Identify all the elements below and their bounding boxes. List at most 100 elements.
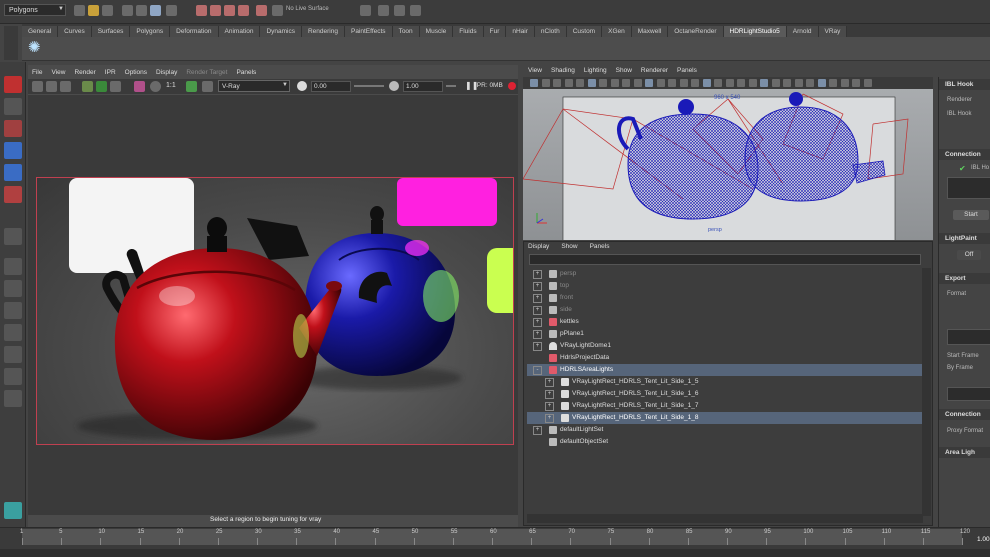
snapshot-icon[interactable] bbox=[82, 81, 93, 92]
snap-view-plane-icon[interactable] bbox=[238, 5, 249, 16]
viewport-tool-icon[interactable] bbox=[702, 79, 711, 87]
viewport-tool-icon[interactable] bbox=[645, 79, 653, 87]
layout-side-icon[interactable] bbox=[4, 302, 22, 319]
renderer-select[interactable]: V-Ray bbox=[218, 80, 290, 92]
outliner-item-defaultobjectset[interactable]: defaultObjectSet bbox=[527, 436, 923, 448]
viewport-tool-icon[interactable] bbox=[806, 79, 814, 87]
history-icon[interactable] bbox=[272, 5, 283, 16]
shelf-tab-toon[interactable]: Toon bbox=[392, 25, 420, 37]
viewport-menu-view[interactable]: View bbox=[528, 67, 542, 74]
shelf-tab-vray[interactable]: VRay bbox=[818, 25, 848, 37]
move-tool-icon[interactable] bbox=[4, 142, 22, 159]
viewport-tool-icon[interactable] bbox=[863, 79, 872, 87]
outliner-item-front[interactable]: + front bbox=[527, 292, 923, 304]
outliner-menu-panels[interactable]: Panels bbox=[590, 243, 610, 250]
outliner-item-persp[interactable]: + persp bbox=[527, 268, 923, 280]
last-tool-icon[interactable] bbox=[4, 228, 22, 245]
outliner-horizontal-scrollbar[interactable] bbox=[527, 514, 923, 523]
expand-toggle-icon[interactable]: + bbox=[533, 306, 542, 315]
shelf-tab-custom[interactable]: Custom bbox=[566, 25, 603, 37]
display-options-icon[interactable] bbox=[202, 81, 213, 92]
renderer-dropdown-icon[interactable]: ▼ bbox=[282, 82, 288, 88]
expand-toggle-icon[interactable]: + bbox=[533, 282, 542, 291]
format-field[interactable] bbox=[947, 329, 990, 345]
select-object-icon[interactable] bbox=[136, 5, 147, 16]
ipr-refresh-icon[interactable] bbox=[46, 81, 57, 92]
shelf-tab-dynamics[interactable]: Dynamics bbox=[260, 25, 302, 37]
render-current-frame-icon[interactable] bbox=[360, 5, 371, 16]
export-header[interactable]: Export bbox=[939, 273, 990, 284]
shelf-tab-ncloth[interactable]: nCloth bbox=[534, 25, 567, 37]
shelf-tab-animation[interactable]: Animation bbox=[218, 25, 261, 37]
range-slider[interactable] bbox=[0, 549, 990, 557]
viewport-tool-icon[interactable] bbox=[829, 79, 837, 87]
render-globals-icon[interactable] bbox=[186, 81, 197, 92]
viewport-menu-show[interactable]: Show bbox=[616, 67, 632, 74]
exposure-field[interactable]: 0.00 bbox=[311, 81, 351, 92]
shelf-tab-maxwell[interactable]: Maxwell bbox=[631, 25, 669, 37]
expand-toggle-icon[interactable]: - bbox=[533, 366, 542, 375]
viewport-tool-icon[interactable] bbox=[553, 79, 561, 87]
outliner-filter-input[interactable] bbox=[529, 254, 921, 265]
outliner-item-vraylightrect-hdrls-tent-lit-side-1-8[interactable]: + VRayLightRect_HDRLS_Tent_Lit_Side_1_8 bbox=[527, 412, 923, 424]
viewport-tool-icon[interactable] bbox=[610, 79, 619, 87]
viewport-tool-icon[interactable] bbox=[817, 79, 826, 87]
expand-toggle-icon[interactable]: + bbox=[545, 402, 554, 411]
select-hierarchy-icon[interactable] bbox=[122, 5, 133, 16]
viewport-tool-icon[interactable] bbox=[587, 79, 596, 87]
select-tool-icon[interactable] bbox=[4, 76, 22, 93]
viewport-tool-icon[interactable] bbox=[840, 79, 849, 87]
hypershade-icon[interactable] bbox=[410, 5, 421, 16]
expand-toggle-icon[interactable]: + bbox=[533, 294, 542, 303]
render-view-menu-render[interactable]: Render bbox=[74, 69, 95, 76]
expand-toggle-icon[interactable]: + bbox=[533, 318, 542, 327]
outliner-item-kettles[interactable]: + kettles bbox=[527, 316, 923, 328]
render-view-menu-options[interactable]: Options bbox=[125, 69, 147, 76]
lightpaint-header[interactable]: LightPaint bbox=[939, 233, 990, 244]
viewport-menu-shading[interactable]: Shading bbox=[551, 67, 575, 74]
scale-tool-icon[interactable] bbox=[4, 186, 22, 203]
viewport-tool-icon[interactable] bbox=[564, 79, 573, 87]
layout-outliner-icon[interactable] bbox=[4, 346, 22, 363]
select-handle-icon[interactable] bbox=[166, 5, 177, 16]
viewport-tool-icon[interactable] bbox=[794, 79, 803, 87]
viewport-tool-icon[interactable] bbox=[760, 79, 768, 87]
perspective-viewport[interactable] bbox=[523, 89, 933, 240]
render-view-menu-render-target[interactable]: Render Target bbox=[186, 69, 227, 76]
expand-toggle-icon[interactable]: + bbox=[533, 426, 542, 435]
outliner-item-hdrlsprojectdata[interactable]: HdrlsProjectData bbox=[527, 352, 923, 364]
viewport-tool-icon[interactable] bbox=[668, 79, 676, 87]
exposure-slider[interactable] bbox=[354, 85, 384, 87]
layout-graph-icon[interactable] bbox=[4, 368, 22, 385]
select-component-icon[interactable] bbox=[150, 5, 161, 16]
viewport-tool-icon[interactable] bbox=[783, 79, 791, 87]
ipr-stop-icon[interactable] bbox=[508, 82, 516, 90]
render-view-menu-panels[interactable]: Panels bbox=[236, 69, 256, 76]
rotate-tool-icon[interactable] bbox=[4, 164, 22, 181]
viewport-tool-icon[interactable] bbox=[530, 79, 538, 87]
shelf-tab-painteffects[interactable]: PaintEffects bbox=[344, 25, 393, 37]
area-light-header[interactable]: Area Ligh bbox=[939, 447, 990, 458]
outliner-item-top[interactable]: + top bbox=[527, 280, 923, 292]
redo-render-icon[interactable] bbox=[32, 81, 43, 92]
save-scene-icon[interactable] bbox=[102, 5, 113, 16]
shelf-tab-rendering[interactable]: Rendering bbox=[301, 25, 345, 37]
render-view-menu-ipr[interactable]: IPR bbox=[105, 69, 116, 76]
lightpaint-off-button[interactable]: Off bbox=[957, 250, 981, 260]
outliner-item-vraylightrect-hdrls-tent-lit-side-1-6[interactable]: + VRayLightRect_HDRLS_Tent_Lit_Side_1_6 bbox=[527, 388, 923, 400]
new-scene-icon[interactable] bbox=[74, 5, 85, 16]
layout-single-icon[interactable] bbox=[4, 258, 22, 275]
layout-custom-icon[interactable] bbox=[4, 390, 22, 407]
shelf-tab-deformation[interactable]: Deformation bbox=[170, 25, 219, 37]
shelf-tab-muscle[interactable]: Muscle bbox=[419, 25, 454, 37]
viewport-tool-icon[interactable] bbox=[714, 79, 722, 87]
viewport-tool-icon[interactable] bbox=[576, 79, 584, 87]
render-view-menu-file[interactable]: File bbox=[32, 69, 42, 76]
remove-image-icon[interactable] bbox=[110, 81, 121, 92]
viewport-tool-icon[interactable] bbox=[622, 79, 630, 87]
viewport-tool-icon[interactable] bbox=[725, 79, 734, 87]
viewport-tool-icon[interactable] bbox=[656, 79, 665, 87]
outliner-item-vraylightrect-hdrls-tent-lit-side-1-5[interactable]: + VRayLightRect_HDRLS_Tent_Lit_Side_1_5 bbox=[527, 376, 923, 388]
expand-toggle-icon[interactable]: + bbox=[545, 390, 554, 399]
open-scene-icon[interactable] bbox=[88, 5, 99, 16]
